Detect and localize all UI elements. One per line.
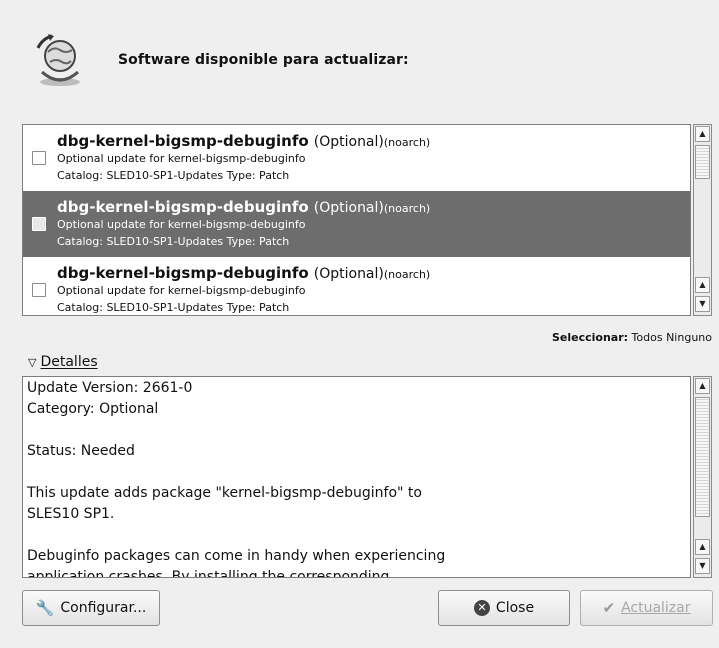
select-none-link[interactable]: Ninguno: [666, 331, 712, 344]
update-checkbox[interactable]: [32, 217, 46, 231]
select-all-link[interactable]: Todos: [632, 331, 663, 344]
close-icon: ✕: [473, 600, 490, 616]
scroll-up-icon[interactable]: ▲: [695, 378, 710, 394]
close-label: Close: [495, 600, 535, 616]
scroll-thumb[interactable]: [695, 145, 710, 179]
update-label: Actualizar: [621, 600, 691, 616]
checkmark-icon: ✔: [602, 599, 616, 617]
update-button[interactable]: ✔ Actualizar: [580, 590, 713, 626]
scroll-up-icon[interactable]: ▲: [695, 277, 710, 293]
update-description: Optional update for kernel-bigsmp-debugi…: [57, 218, 306, 231]
scroll-thumb[interactable]: [695, 397, 710, 517]
scroll-down-icon[interactable]: ▼: [695, 558, 710, 574]
details-line: Debuginfo packages can come in handy whe…: [27, 548, 446, 564]
triangle-down-icon: ▽: [28, 356, 37, 369]
update-checkbox[interactable]: [32, 283, 46, 297]
update-arch: (noarch): [383, 136, 431, 149]
update-item-selected[interactable]: dbg-kernel-bigsmp-debuginfo (Optional)(n…: [23, 191, 690, 257]
details-text[interactable]: Update Version: 2661-0 Category: Optiona…: [22, 376, 691, 578]
globe-update-icon: [32, 32, 88, 88]
update-status: (Optional): [313, 200, 384, 216]
configure-button[interactable]: 🔧 Configurar...: [22, 590, 160, 626]
close-button[interactable]: ✕ Close: [438, 590, 570, 626]
update-item[interactable]: dbg-kernel-bigsmp-debuginfo (Optional)(n…: [23, 257, 690, 315]
update-arch: (noarch): [383, 268, 431, 281]
details-expander[interactable]: ▽ Detalles: [28, 354, 98, 370]
update-description: Optional update for kernel-bigsmp-debugi…: [57, 284, 306, 297]
update-status: (Optional): [313, 266, 384, 282]
update-list-scrollbar[interactable]: ▲ ▲ ▼: [693, 124, 712, 316]
update-catalog: Catalog: SLED10-SP1-Updates Type: Patch: [57, 169, 290, 182]
scroll-up-icon[interactable]: ▲: [695, 539, 710, 555]
update-item[interactable]: dbg-kernel-bigsmp-debuginfo (Optional)(n…: [23, 125, 690, 191]
details-line: SLES10 SP1.: [27, 506, 115, 522]
update-catalog: Catalog: SLED10-SP1-Updates Type: Patch: [57, 301, 290, 314]
update-description: Optional update for kernel-bigsmp-debugi…: [57, 152, 306, 165]
details-line: application crashes. By installing the c…: [27, 569, 390, 578]
update-name: dbg-kernel-bigsmp-debuginfo: [57, 264, 309, 282]
scroll-up-icon[interactable]: ▲: [695, 126, 710, 142]
page-title: Software disponible para actualizar:: [118, 52, 409, 68]
update-catalog: Catalog: SLED10-SP1-Updates Type: Patch: [57, 235, 290, 248]
details-scrollbar[interactable]: ▲ ▲ ▼: [693, 376, 712, 578]
details-line: Update Version: 2661-0: [27, 380, 193, 396]
update-list[interactable]: dbg-kernel-bigsmp-debuginfo (Optional)(n…: [22, 124, 691, 316]
select-label: Seleccionar:: [551, 331, 629, 344]
wrench-icon: 🔧: [35, 599, 55, 617]
configure-label: Configurar...: [60, 600, 147, 616]
update-status: (Optional): [313, 134, 384, 150]
update-arch: (noarch): [383, 202, 431, 215]
update-checkbox[interactable]: [32, 151, 46, 165]
details-label: Detalles: [40, 354, 98, 370]
details-line: This update adds package "kernel-bigsmp-…: [27, 485, 422, 501]
scroll-down-icon[interactable]: ▼: [695, 296, 710, 312]
update-name: dbg-kernel-bigsmp-debuginfo: [57, 198, 309, 216]
select-row: Seleccionar: Todos Ninguno: [552, 331, 712, 344]
update-name: dbg-kernel-bigsmp-debuginfo: [57, 132, 309, 150]
details-line: Category: Optional: [27, 401, 159, 417]
details-line: Status: Needed: [27, 443, 135, 459]
